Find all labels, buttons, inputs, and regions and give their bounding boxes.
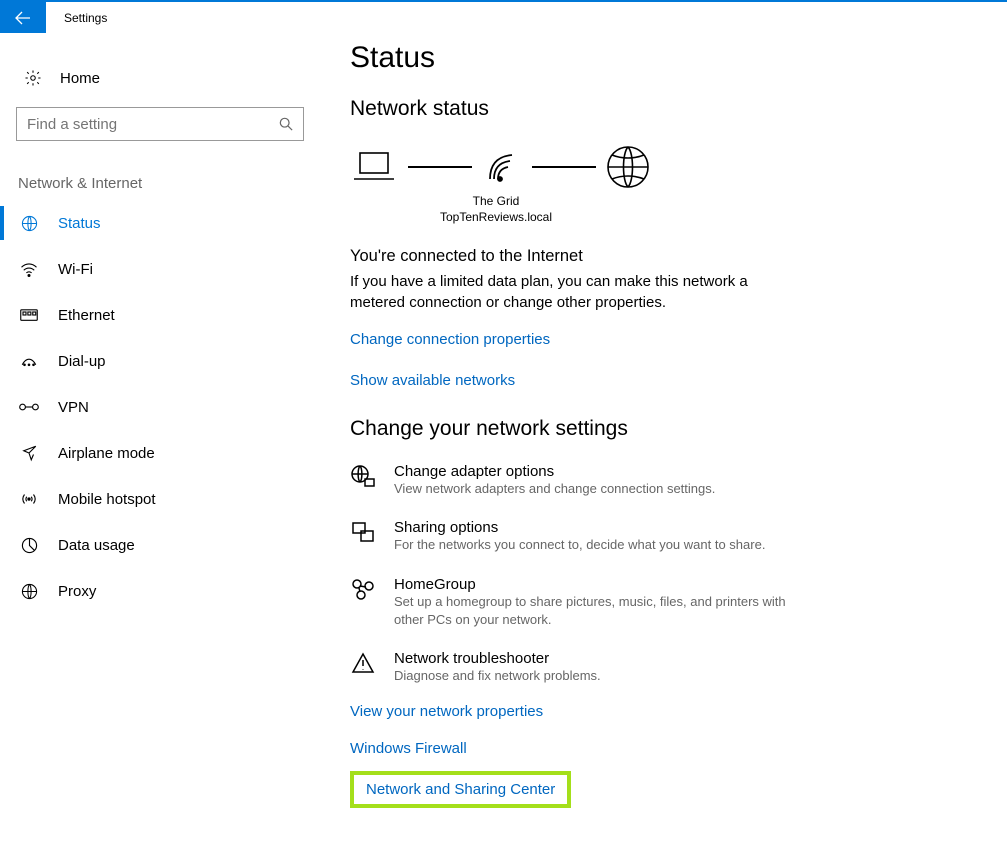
globe-icon xyxy=(18,215,40,232)
domain-label: TopTenReviews.local xyxy=(350,209,642,225)
wifi-signal-icon xyxy=(482,149,522,185)
main-panel: Status Network status The Grid TopTenRev… xyxy=(320,33,1007,863)
sidebar-item-label: Ethernet xyxy=(40,307,115,324)
globe-icon xyxy=(18,583,40,600)
network-name-label: The Grid xyxy=(350,193,642,209)
wifi-icon xyxy=(18,262,40,277)
settings-desc: For the networks you connect to, decide … xyxy=(394,536,765,554)
settings-desc: Diagnose and fix network problems. xyxy=(394,667,601,685)
warning-icon xyxy=(350,650,376,685)
airplane-icon xyxy=(18,444,40,462)
hotspot-icon xyxy=(18,491,40,507)
back-button[interactable] xyxy=(0,2,46,33)
sidebar-item-label: Data usage xyxy=(40,537,135,554)
sidebar-section-heading: Network & Internet xyxy=(0,161,320,200)
sidebar: Home Network & Internet Status Wi-Fi Eth… xyxy=(0,33,320,863)
settings-title: Network troubleshooter xyxy=(394,650,601,667)
sidebar-item-status[interactable]: Status xyxy=(0,200,320,246)
sidebar-item-label: Mobile hotspot xyxy=(40,491,156,508)
home-button[interactable]: Home xyxy=(0,55,320,101)
settings-title: Sharing options xyxy=(394,519,765,536)
highlighted-link-box: Network and Sharing Center xyxy=(350,771,571,808)
sidebar-item-data-usage[interactable]: Data usage xyxy=(0,522,320,568)
connector-line xyxy=(408,166,472,168)
sidebar-item-airplane[interactable]: Airplane mode xyxy=(0,430,320,476)
settings-desc: Set up a homegroup to share pictures, mu… xyxy=(394,593,814,628)
network-diagram xyxy=(350,145,977,189)
link-sharing-center[interactable]: Network and Sharing Center xyxy=(366,781,555,798)
sidebar-item-vpn[interactable]: VPN xyxy=(0,384,320,430)
laptop-icon xyxy=(350,149,398,185)
settings-title: Change adapter options xyxy=(394,463,715,480)
settings-row-sharing[interactable]: Sharing options For the networks you con… xyxy=(350,519,977,554)
app-title: Settings xyxy=(46,11,107,25)
settings-title: HomeGroup xyxy=(394,576,814,593)
connected-title: You're connected to the Internet xyxy=(350,247,977,266)
vpn-icon xyxy=(18,401,40,413)
chart-icon xyxy=(18,537,40,554)
sidebar-item-label: Airplane mode xyxy=(40,445,155,462)
sidebar-item-label: Proxy xyxy=(40,583,96,600)
titlebar: Settings xyxy=(0,0,1007,33)
sidebar-item-label: Dial-up xyxy=(40,353,106,370)
sidebar-item-label: VPN xyxy=(40,399,89,416)
home-label: Home xyxy=(44,70,100,87)
link-view-properties[interactable]: View your network properties xyxy=(350,703,977,720)
sidebar-item-dialup[interactable]: Dial-up xyxy=(0,338,320,384)
search-input[interactable] xyxy=(27,116,279,133)
diagram-labels: The Grid TopTenReviews.local xyxy=(350,193,642,225)
link-show-networks[interactable]: Show available networks xyxy=(350,372,977,389)
sidebar-item-wifi[interactable]: Wi-Fi xyxy=(0,246,320,292)
sidebar-item-label: Wi-Fi xyxy=(40,261,93,278)
page-title: Status xyxy=(350,41,977,75)
network-status-heading: Network status xyxy=(350,97,977,121)
globe-large-icon xyxy=(606,145,650,189)
dialup-icon xyxy=(18,354,40,368)
settings-row-troubleshooter[interactable]: Network troubleshooter Diagnose and fix … xyxy=(350,650,977,685)
change-settings-heading: Change your network settings xyxy=(350,417,977,441)
gear-icon xyxy=(22,69,44,87)
settings-row-homegroup[interactable]: HomeGroup Set up a homegroup to share pi… xyxy=(350,576,977,628)
content-area: Home Network & Internet Status Wi-Fi Eth… xyxy=(0,33,1007,863)
settings-row-adapter[interactable]: Change adapter options View network adap… xyxy=(350,463,977,498)
adapter-icon xyxy=(350,463,376,498)
search-icon xyxy=(279,117,293,131)
sidebar-item-label: Status xyxy=(40,215,101,232)
search-box[interactable] xyxy=(16,107,304,141)
connected-body: If you have a limited data plan, you can… xyxy=(350,272,790,313)
homegroup-icon xyxy=(350,576,376,628)
link-change-connection[interactable]: Change connection properties xyxy=(350,331,977,348)
sidebar-item-ethernet[interactable]: Ethernet xyxy=(0,292,320,338)
sharing-icon xyxy=(350,519,376,554)
connector-line xyxy=(532,166,596,168)
sidebar-item-hotspot[interactable]: Mobile hotspot xyxy=(0,476,320,522)
settings-desc: View network adapters and change connect… xyxy=(394,480,715,498)
sidebar-item-proxy[interactable]: Proxy xyxy=(0,568,320,614)
arrow-left-icon xyxy=(15,11,31,25)
ethernet-icon xyxy=(18,308,40,322)
link-firewall[interactable]: Windows Firewall xyxy=(350,740,977,757)
